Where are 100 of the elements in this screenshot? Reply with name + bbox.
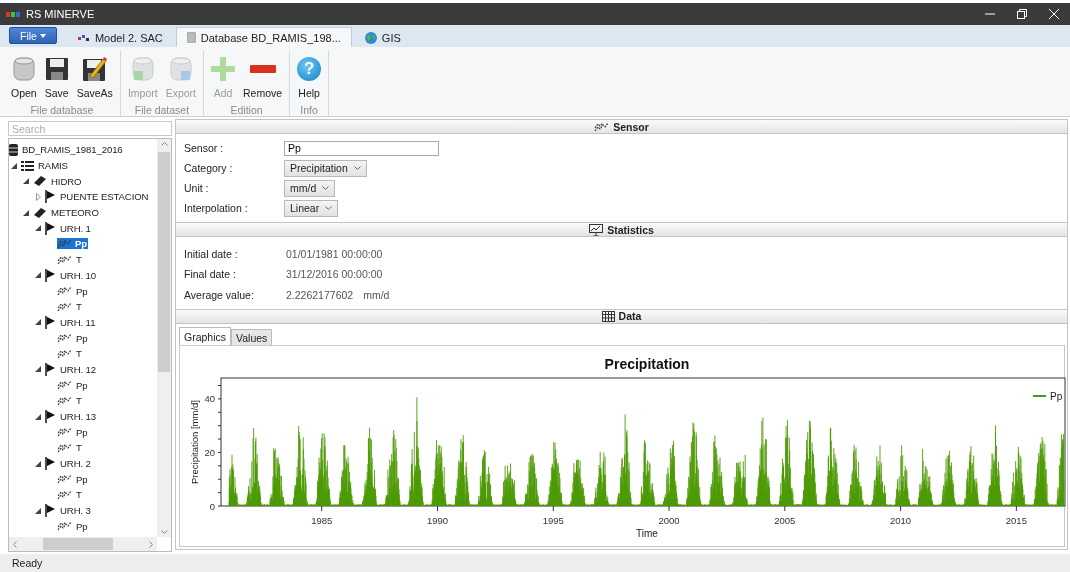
flag-icon	[45, 504, 56, 518]
tree-item[interactable]: METEORO	[50, 207, 100, 219]
file-menu-button[interactable]: File	[9, 27, 57, 44]
scroll-up-icon[interactable]	[160, 142, 168, 146]
tree-item[interactable]: T	[75, 254, 83, 266]
flag-icon	[45, 190, 56, 204]
search-field[interactable]: Search	[8, 121, 172, 136]
tree-item[interactable]: Pp	[75, 285, 89, 297]
ribbon-button[interactable]: Open	[8, 51, 40, 101]
document-tab[interactable]: GIS	[353, 27, 412, 47]
sensor-name-field[interactable]: Pp	[284, 140, 439, 156]
scroll-right-icon[interactable]	[149, 540, 153, 548]
app-logo-icon	[6, 11, 20, 17]
vertical-scrollbar[interactable]	[157, 139, 171, 537]
tree-item[interactable]: URH. 12	[59, 363, 98, 375]
tree-item[interactable]: T	[75, 489, 83, 501]
ribbon-group-label: Info	[300, 104, 318, 116]
tree-item[interactable]: PUENTE ESTACION	[59, 191, 150, 203]
field-label: Interpolation :	[184, 202, 249, 215]
ribbon-button[interactable]: SaveAs	[73, 51, 116, 101]
sensor-icon	[57, 301, 72, 312]
field-label: Category :	[184, 162, 234, 175]
monitor-chart-icon	[589, 223, 604, 236]
ribbon-button[interactable]: ? Help	[294, 51, 325, 101]
tree-item[interactable]: T	[75, 301, 83, 313]
database-import-icon	[131, 56, 154, 82]
selected-tree-item[interactable]: Pp	[57, 238, 89, 250]
ribbon-button[interactable]: Remove	[240, 51, 286, 101]
stat-label: Final date :	[184, 268, 237, 281]
tree-item[interactable]: URH. 10	[59, 269, 98, 281]
tree-item[interactable]: BD_RAMIS_1981_2016	[21, 144, 124, 156]
tree-item[interactable]: T	[75, 442, 83, 454]
tree-item[interactable]: Pp	[75, 332, 89, 344]
stat-value: 01/01/1981 00:00:00	[286, 247, 383, 260]
section-title: Statistics	[607, 223, 654, 236]
tree-item[interactable]: Pp	[75, 426, 89, 438]
sensor-icon	[57, 521, 72, 532]
tree-item[interactable]: URH. 1	[59, 222, 92, 234]
sensor-icon	[57, 442, 72, 453]
database-icon	[186, 32, 196, 43]
close-icon	[1049, 9, 1059, 19]
expanded-arrow-icon[interactable]	[35, 413, 41, 420]
field-label: Sensor :	[184, 142, 225, 155]
x-tick-label: 1995	[542, 515, 564, 526]
document-tab[interactable]: Model 2. SAC	[66, 27, 174, 47]
x-tick-label: 2000	[658, 515, 680, 526]
dropdown[interactable]: Linear	[284, 199, 339, 217]
tree-item[interactable]: Pp	[75, 473, 89, 485]
sensor-icon	[57, 474, 72, 485]
y-tick-label: 20	[204, 446, 215, 458]
expanded-arrow-icon[interactable]	[23, 178, 29, 185]
tree-item[interactable]: URH. 3	[59, 505, 92, 517]
tree-item[interactable]: Pp	[75, 520, 89, 532]
document-tab[interactable]: Database BD_RAMIS_198...	[175, 27, 352, 47]
chevron-down-icon	[322, 186, 330, 191]
floppy-disk-pencil-icon	[81, 56, 108, 82]
tree-item[interactable]: RAMIS	[37, 160, 69, 172]
x-tick-label: 1985	[311, 515, 333, 526]
expanded-arrow-icon[interactable]	[35, 272, 41, 279]
ribbon-group-label: File dataset	[134, 104, 190, 116]
database-icon	[9, 143, 18, 156]
tree-item[interactable]: URH. 13	[59, 411, 98, 423]
dropdown[interactable]: Precipitation	[284, 159, 367, 177]
expanded-arrow-icon[interactable]	[11, 162, 17, 169]
ribbon-button[interactable]: Save	[41, 51, 72, 101]
expanded-arrow-icon[interactable]	[35, 507, 41, 514]
tree-item[interactable]: Pp	[75, 379, 89, 391]
dropdown[interactable]: mm/d	[284, 179, 336, 197]
collapsed-arrow-icon[interactable]	[35, 192, 41, 201]
section-title: Sensor	[613, 120, 649, 133]
sensor-icon	[57, 380, 72, 391]
expanded-arrow-icon[interactable]	[35, 366, 41, 373]
chart-title: Precipitation	[604, 356, 690, 372]
sensor-icon	[57, 286, 72, 297]
scroll-down-icon[interactable]	[160, 530, 168, 534]
database-icon	[12, 56, 35, 82]
sensor-icon	[57, 333, 72, 344]
stat-label: Average value:	[184, 288, 255, 301]
legend-line	[1032, 395, 1047, 397]
tree-item[interactable]: HIDRO	[50, 175, 83, 187]
database-export-icon	[169, 56, 192, 82]
tree-item[interactable]: URH. 11	[59, 316, 97, 328]
horizontal-scrollbar[interactable]	[9, 537, 157, 551]
expanded-arrow-icon[interactable]	[35, 319, 41, 326]
sensor-icon	[57, 254, 72, 265]
tab[interactable]: Values	[231, 329, 273, 345]
stat-value: 2.2262177602	[286, 288, 354, 301]
chevron-down-icon	[353, 166, 361, 171]
tab[interactable]: Graphics	[179, 327, 231, 345]
expanded-arrow-icon[interactable]	[35, 225, 41, 232]
scroll-left-icon[interactable]	[13, 540, 17, 548]
expanded-arrow-icon[interactable]	[23, 209, 29, 216]
window-title: RS MINERVE	[26, 8, 96, 20]
expanded-arrow-icon[interactable]	[35, 460, 41, 467]
list-icon	[21, 159, 34, 172]
tree-item[interactable]: T	[75, 395, 83, 407]
chevron-down-icon	[325, 206, 333, 211]
tree-item[interactable]: T	[75, 348, 83, 360]
tree-item[interactable]: URH. 2	[59, 458, 92, 470]
x-tick-label: 1990	[426, 515, 449, 526]
